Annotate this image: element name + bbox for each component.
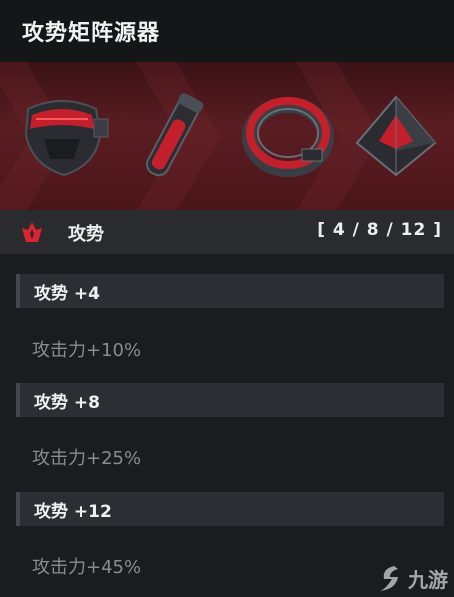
flame-emblem-icon xyxy=(22,222,42,242)
visor-mask-icon xyxy=(24,100,109,177)
tube-item[interactable] xyxy=(122,86,222,186)
title-bar: 攻势矩阵源器 xyxy=(0,0,454,62)
watermark: 九游 xyxy=(376,563,448,593)
tier-header: 攻势 +8 xyxy=(16,383,444,417)
window-title: 攻势矩阵源器 xyxy=(22,21,161,46)
tier-header: 攻势 +12 xyxy=(16,492,444,526)
set-count: [ 4 / 8 / 12 ] xyxy=(317,220,442,240)
set-header: 攻势 [ 4 / 8 / 12 ] xyxy=(0,210,454,254)
watermark-logo-icon xyxy=(380,566,398,591)
mask-item[interactable] xyxy=(12,86,112,186)
watermark-text: 九游 xyxy=(408,567,448,592)
ring-band-icon xyxy=(242,97,334,177)
tier-header: 攻势 +4 xyxy=(16,274,444,308)
tier-label: 攻势 +8 xyxy=(34,392,100,413)
tier-bonus: 攻击力+45% xyxy=(32,557,142,578)
tier-bonus: 攻击力+25% xyxy=(32,448,142,469)
ring-item[interactable] xyxy=(238,86,338,186)
tier-label: 攻势 +4 xyxy=(34,283,100,304)
tier-label: 攻势 +12 xyxy=(34,501,112,522)
tier-bonus: 攻击力+10% xyxy=(32,340,142,361)
pyramid-core-icon xyxy=(355,95,437,177)
item-banner xyxy=(0,62,454,210)
capsule-tube-icon xyxy=(145,93,204,177)
pyramid-item[interactable] xyxy=(346,86,446,186)
set-name: 攻势 xyxy=(68,224,104,245)
